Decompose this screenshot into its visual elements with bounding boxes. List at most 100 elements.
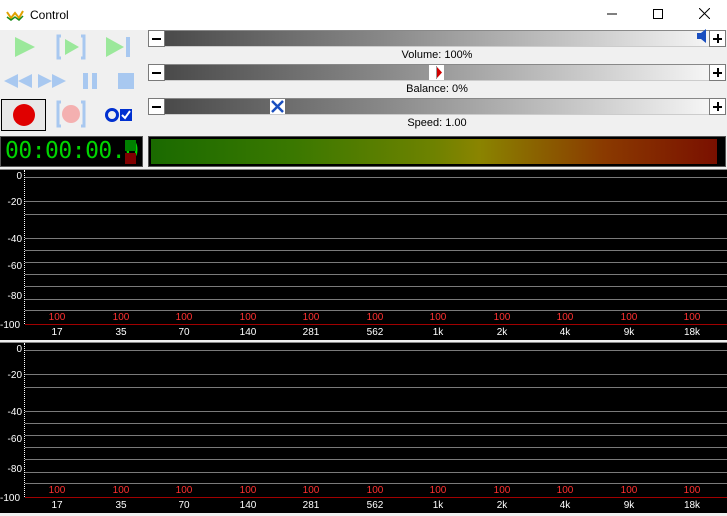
volume-increase-button[interactable] (709, 30, 726, 47)
db-label: -40 (7, 407, 22, 418)
frequency-label: 4k (559, 500, 571, 511)
skip-to-end-button[interactable] (102, 33, 134, 61)
window-title: Control (30, 8, 69, 22)
frequency-label: 17 (51, 500, 63, 511)
grid-line (25, 201, 727, 202)
skip-end-icon (103, 35, 133, 59)
fast-forward-button[interactable] (36, 67, 68, 95)
frequency-label: 18k (683, 327, 701, 338)
grid-line (25, 177, 727, 178)
volume-decrease-button[interactable] (148, 30, 165, 47)
balance-decrease-button[interactable] (148, 64, 165, 81)
band-value: 100 (493, 485, 511, 496)
frequency-label: 2k (496, 327, 508, 338)
grid-line (25, 423, 727, 424)
frequency-label: 562 (366, 327, 384, 338)
record-options-button[interactable] (103, 101, 135, 129)
balance-slider[interactable] (148, 64, 726, 81)
db-label: -100 (0, 320, 21, 331)
speed-increase-button[interactable] (709, 98, 726, 115)
grid-line (25, 286, 727, 287)
frequency-label: 562 (366, 500, 384, 511)
maximize-button[interactable] (635, 0, 681, 30)
db-label: -80 (7, 291, 22, 302)
rewind-button[interactable] (2, 67, 34, 95)
volume-label: Volume: 100% (401, 49, 473, 61)
speaker-icon (696, 29, 708, 48)
stop-button[interactable] (110, 67, 142, 95)
level-meter-bar (151, 139, 717, 164)
indicator-bottom (125, 153, 136, 164)
play-loop-button[interactable] (55, 33, 87, 61)
minimize-icon (607, 6, 617, 24)
grid-line (25, 411, 727, 412)
record-loop-button[interactable] (55, 100, 87, 128)
volume-slider[interactable] (148, 29, 726, 48)
frequency-label: 2k (496, 500, 508, 511)
frequency-label: 281 (302, 500, 320, 511)
band-value: 100 (48, 485, 66, 496)
band-baseline (25, 324, 727, 325)
grid-line (25, 472, 727, 473)
grid-line (25, 447, 727, 448)
rewind-icon (3, 71, 33, 91)
balance-thumb[interactable] (429, 65, 444, 80)
fast-forward-icon (37, 71, 67, 91)
grid-line (25, 483, 727, 484)
band-value: 100 (620, 312, 638, 323)
speed-thumb[interactable] (270, 99, 285, 114)
grid-line (25, 310, 727, 311)
speed-decrease-button[interactable] (148, 98, 165, 115)
record-button[interactable] (1, 99, 46, 131)
speed-label: Speed: 1.00 (407, 117, 467, 129)
play-icon (11, 35, 37, 59)
grid-line (25, 238, 727, 239)
minimize-button[interactable] (589, 0, 635, 30)
record-options-icon (104, 105, 134, 125)
pause-icon (80, 71, 100, 91)
band-value: 100 (683, 485, 701, 496)
db-label: -20 (7, 370, 22, 381)
play-button[interactable] (8, 33, 40, 61)
maximize-icon (653, 6, 663, 24)
volume-track[interactable] (165, 30, 709, 47)
db-axis-line (24, 343, 25, 497)
frequency-label: 4k (559, 327, 571, 338)
title-bar[interactable]: Control (0, 0, 727, 30)
band-value: 100 (239, 485, 257, 496)
band-value: 100 (620, 485, 638, 496)
control-window: Control Volume: 100% Balance: 0% Speed: … (0, 0, 727, 516)
frequency-label: 17 (51, 327, 63, 338)
band-value: 100 (429, 485, 447, 496)
volume-thumb[interactable] (694, 29, 709, 48)
close-icon (698, 6, 710, 24)
frequency-label: 281 (302, 327, 320, 338)
grid-line (25, 214, 727, 215)
band-value: 100 (112, 485, 130, 496)
band-value: 100 (112, 312, 130, 323)
record-loop-icon (55, 100, 87, 128)
band-value: 100 (556, 312, 574, 323)
close-button[interactable] (681, 0, 727, 30)
frequency-label: 9k (623, 500, 635, 511)
frequency-label: 1k (432, 327, 444, 338)
band-value: 100 (48, 312, 66, 323)
frequency-label: 1k (432, 500, 444, 511)
speed-slider[interactable] (148, 98, 726, 115)
band-value: 100 (239, 312, 257, 323)
app-icon (6, 8, 24, 22)
band-value: 100 (683, 312, 701, 323)
frequency-label: 140 (239, 327, 257, 338)
band-value: 100 (429, 312, 447, 323)
level-meter (148, 136, 726, 167)
grid-line (25, 350, 727, 351)
time-readout: 00:00:00.0 (5, 138, 139, 164)
speed-track[interactable] (165, 98, 709, 115)
pause-button[interactable] (74, 67, 106, 95)
balance-increase-button[interactable] (709, 64, 726, 81)
db-label: -100 (0, 493, 21, 504)
band-value: 100 (493, 312, 511, 323)
grid-line (25, 262, 727, 263)
band-value: 100 (302, 485, 320, 496)
frequency-label: 140 (239, 500, 257, 511)
